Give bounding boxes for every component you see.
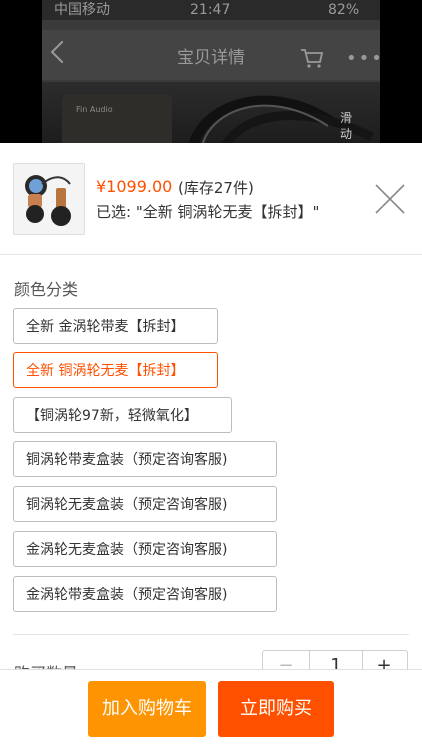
add-to-cart-button[interactable]: 加入购物车: [88, 681, 206, 737]
carrier-label: 中国移动: [54, 2, 110, 18]
color-option[interactable]: 铜涡轮无麦盒装（预定咨询客服): [13, 486, 277, 522]
nav-bar: 宝贝详情 •••: [42, 30, 382, 80]
selected-variant: 已选: "全新 铜涡轮无麦【拆封】": [96, 203, 320, 221]
cart-icon[interactable]: [300, 48, 324, 68]
close-icon[interactable]: [372, 181, 408, 217]
background-product-page: 中国移动 21:47 82% 宝贝详情 ••• Fin Audio 滑动: [0, 0, 422, 150]
earphone-thumbnail-graphic: [14, 164, 84, 234]
color-option[interactable]: 全新 金涡轮带麦【拆封】: [13, 308, 218, 344]
slide-hint: 滑动: [340, 111, 353, 141]
price: ¥1099.00: [96, 177, 173, 196]
color-section-label: 颜色分类: [14, 280, 79, 299]
earphone-cable-graphic: Fin Audio: [62, 94, 375, 150]
color-option[interactable]: 金涡轮无麦盒装（预定咨询客服): [13, 531, 277, 567]
color-option[interactable]: 【铜涡轮97新，轻微氧化】: [13, 397, 232, 433]
color-option[interactable]: 金涡轮带麦盒装（预定咨询客服): [13, 576, 277, 612]
color-option-selected[interactable]: 全新 铜涡轮无麦【拆封】: [13, 352, 218, 388]
section-divider: [13, 634, 409, 635]
battery-level: 82%: [328, 2, 360, 18]
status-bar: 中国移动 21:47 82%: [42, 0, 380, 20]
buy-now-button[interactable]: 立即购买: [218, 681, 334, 737]
bottom-action-bar: [0, 670, 422, 750]
more-icon[interactable]: •••: [346, 50, 384, 68]
photo-brand-text: Fin Audio: [76, 105, 113, 114]
header-divider: [0, 254, 422, 255]
status-time: 21:47: [190, 2, 231, 18]
color-option[interactable]: 铜涡轮带麦盒装（预定咨询客服): [13, 441, 277, 477]
stock-count: (库存27件): [178, 179, 254, 197]
product-thumbnail: [13, 163, 85, 235]
product-photo: Fin Audio: [42, 82, 380, 150]
page-title: 宝贝详情: [177, 48, 245, 68]
